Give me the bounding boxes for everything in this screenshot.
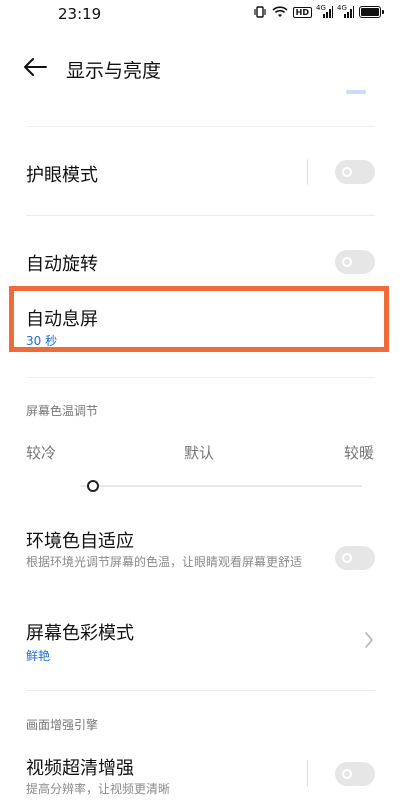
battery-icon [359, 6, 384, 18]
wifi-icon [272, 6, 288, 17]
ambient-adapt-title: 环境色自适应 [26, 531, 134, 552]
toggle-knob [342, 553, 352, 563]
color-temp-slider[interactable] [80, 485, 362, 487]
color-mode-title: 屏幕色彩模式 [26, 623, 134, 644]
chevron-right-icon [365, 632, 373, 648]
page-title: 显示与亮度 [66, 60, 162, 82]
color-temp-slider-thumb[interactable] [87, 480, 99, 492]
temp-warm-label: 较暖 [344, 444, 375, 462]
header: 显示与亮度 [0, 48, 405, 88]
status-bar: 23:19 HD 4G 4G [0, 0, 405, 30]
eye-protection-toggle[interactable] [335, 160, 375, 184]
temp-cool-label: 较冷 [26, 444, 57, 462]
divider [26, 126, 375, 127]
ambient-adapt-subtitle: 根据环境光调节屏幕的色温，让眼睛观看屏幕更舒适 [26, 555, 303, 569]
temp-default-label: 默认 [184, 444, 215, 462]
divider [26, 377, 375, 378]
ambient-adapt-toggle[interactable] [335, 546, 375, 570]
toggle-knob [342, 167, 352, 177]
vertical-separator [307, 159, 308, 185]
back-arrow-icon[interactable] [22, 56, 48, 78]
color-mode-value: 鲜艳 [26, 649, 51, 663]
toggle-knob [342, 769, 352, 779]
vibrate-icon [254, 6, 266, 18]
status-icons: HD 4G 4G [253, 4, 384, 18]
signal-icon-1: 4G [316, 4, 333, 18]
screen-timeout-title: 自动息屏 [26, 309, 98, 330]
video-enhance-title: 视频超清增强 [26, 758, 134, 779]
vertical-separator [307, 760, 308, 786]
eye-protection-title: 护眼模式 [26, 165, 98, 186]
screen-timeout-value: 30 秒 [26, 334, 58, 348]
auto-rotate-toggle[interactable] [335, 250, 375, 274]
divider [26, 690, 375, 691]
video-enhance-subtitle: 提高分辨率，让视频更清晰 [26, 782, 171, 796]
auto-rotate-title: 自动旋转 [26, 254, 98, 275]
scrolled-toggle-remnant [346, 90, 366, 94]
signal-icon-2: 4G [337, 4, 354, 18]
hd-voice-icon: HD [292, 6, 312, 18]
video-enhance-toggle[interactable] [335, 762, 375, 786]
divider [26, 215, 375, 216]
toggle-knob [342, 257, 352, 267]
color-temp-section-label: 屏幕色温调节 [26, 404, 99, 418]
enhance-section-label: 画面增强引擎 [26, 718, 99, 732]
status-time: 23:19 [58, 5, 102, 23]
